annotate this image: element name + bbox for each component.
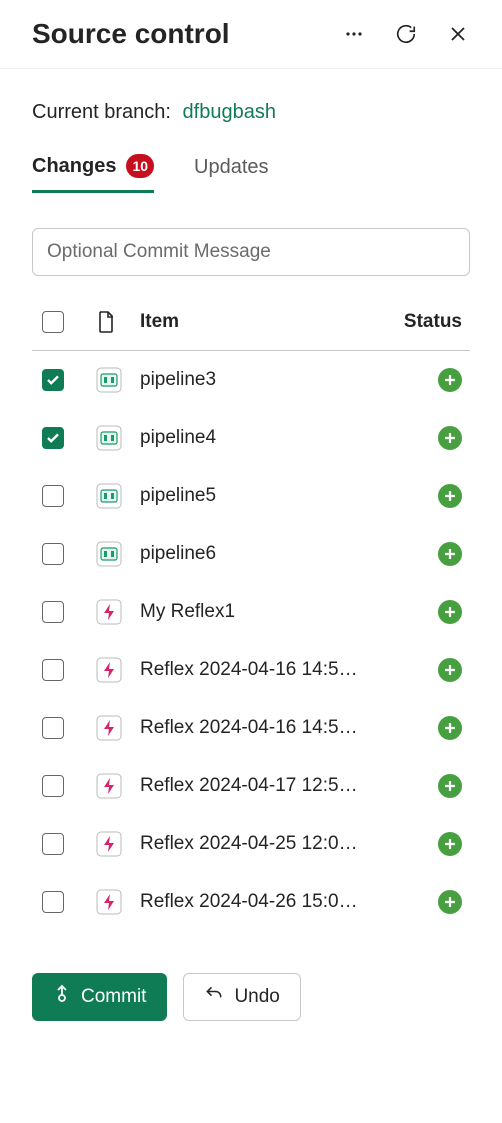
item-name[interactable]: Reflex 2024-04-17 12:5… xyxy=(140,775,390,797)
reflex-icon xyxy=(96,657,122,683)
table-row: pipeline6 xyxy=(32,525,470,583)
panel-title: Source control xyxy=(32,18,230,50)
reflex-icon xyxy=(96,831,122,857)
changes-count-badge: 10 xyxy=(126,154,154,178)
branch-label: Current branch: xyxy=(32,101,171,123)
row-checkbox[interactable] xyxy=(42,543,64,565)
reflex-icon xyxy=(96,889,122,915)
tab-changes-label: Changes xyxy=(32,155,116,178)
table-row: Reflex 2024-04-25 12:0… xyxy=(32,815,470,873)
commit-button-label: Commit xyxy=(81,986,146,1008)
reflex-icon xyxy=(96,599,122,625)
row-checkbox[interactable] xyxy=(42,369,64,391)
status-added-icon xyxy=(438,774,462,798)
item-name[interactable]: pipeline3 xyxy=(140,369,390,391)
changes-table: Item Status pipeline3 pipeline4 pipeline5 p… xyxy=(32,294,470,931)
row-checkbox[interactable] xyxy=(42,427,64,449)
item-name[interactable]: pipeline5 xyxy=(140,485,390,507)
header-actions xyxy=(342,22,470,46)
table-row: My Reflex1 xyxy=(32,583,470,641)
row-checkbox[interactable] xyxy=(42,891,64,913)
reflex-icon xyxy=(96,715,122,741)
branch-name[interactable]: dfbugbash xyxy=(183,101,276,123)
row-checkbox[interactable] xyxy=(42,775,64,797)
status-added-icon xyxy=(438,890,462,914)
reflex-icon xyxy=(96,773,122,799)
branch-up-icon xyxy=(53,984,71,1010)
item-column-header[interactable]: Item xyxy=(140,311,390,333)
action-buttons: Commit Undo xyxy=(32,973,470,1021)
status-added-icon xyxy=(438,542,462,566)
pipeline-icon xyxy=(96,425,122,451)
item-name[interactable]: My Reflex1 xyxy=(140,601,390,623)
tab-updates-label: Updates xyxy=(194,156,269,179)
table-row: Reflex 2024-04-16 14:5… xyxy=(32,699,470,757)
status-added-icon xyxy=(438,426,462,450)
close-icon[interactable] xyxy=(446,22,470,46)
table-row: pipeline3 xyxy=(32,351,470,409)
table-row: pipeline4 xyxy=(32,409,470,467)
table-row: Reflex 2024-04-16 14:5… xyxy=(32,641,470,699)
row-checkbox[interactable] xyxy=(42,601,64,623)
tabs: Changes 10 Updates xyxy=(32,154,470,194)
row-checkbox[interactable] xyxy=(42,717,64,739)
table-row: Reflex 2024-04-26 15:0… xyxy=(32,873,470,931)
item-name[interactable]: Reflex 2024-04-25 12:0… xyxy=(140,833,390,855)
item-name[interactable]: Reflex 2024-04-16 14:5… xyxy=(140,659,390,681)
row-checkbox[interactable] xyxy=(42,833,64,855)
table-row: pipeline5 xyxy=(32,467,470,525)
status-added-icon xyxy=(438,368,462,392)
pipeline-icon xyxy=(96,367,122,393)
row-checkbox[interactable] xyxy=(42,659,64,681)
status-added-icon xyxy=(438,600,462,624)
branch-row: Current branch: dfbugbash xyxy=(32,101,470,124)
status-added-icon xyxy=(438,484,462,508)
item-name[interactable]: Reflex 2024-04-16 14:5… xyxy=(140,717,390,739)
item-name[interactable]: Reflex 2024-04-26 15:0… xyxy=(140,891,390,913)
tab-changes[interactable]: Changes 10 xyxy=(32,154,154,193)
refresh-icon[interactable] xyxy=(394,22,418,46)
commit-message-input[interactable] xyxy=(32,228,470,276)
table-row: Reflex 2024-04-17 12:5… xyxy=(32,757,470,815)
select-all-checkbox[interactable] xyxy=(42,311,64,333)
panel-content: Current branch: dfbugbash Changes 10 Upd… xyxy=(0,69,502,1053)
row-checkbox[interactable] xyxy=(42,485,64,507)
status-added-icon xyxy=(438,658,462,682)
item-name[interactable]: pipeline6 xyxy=(140,543,390,565)
file-icon xyxy=(96,310,140,334)
pipeline-icon xyxy=(96,541,122,567)
item-name[interactable]: pipeline4 xyxy=(140,427,390,449)
pipeline-icon xyxy=(96,483,122,509)
undo-button[interactable]: Undo xyxy=(183,973,300,1021)
panel-header: Source control xyxy=(0,0,502,69)
undo-button-label: Undo xyxy=(234,986,279,1008)
status-added-icon xyxy=(438,832,462,856)
commit-button[interactable]: Commit xyxy=(32,973,167,1021)
table-header: Item Status xyxy=(32,294,470,351)
tab-updates[interactable]: Updates xyxy=(194,156,269,191)
undo-icon xyxy=(204,984,224,1010)
more-icon[interactable] xyxy=(342,22,366,46)
status-column-header[interactable]: Status xyxy=(390,311,462,333)
status-added-icon xyxy=(438,716,462,740)
